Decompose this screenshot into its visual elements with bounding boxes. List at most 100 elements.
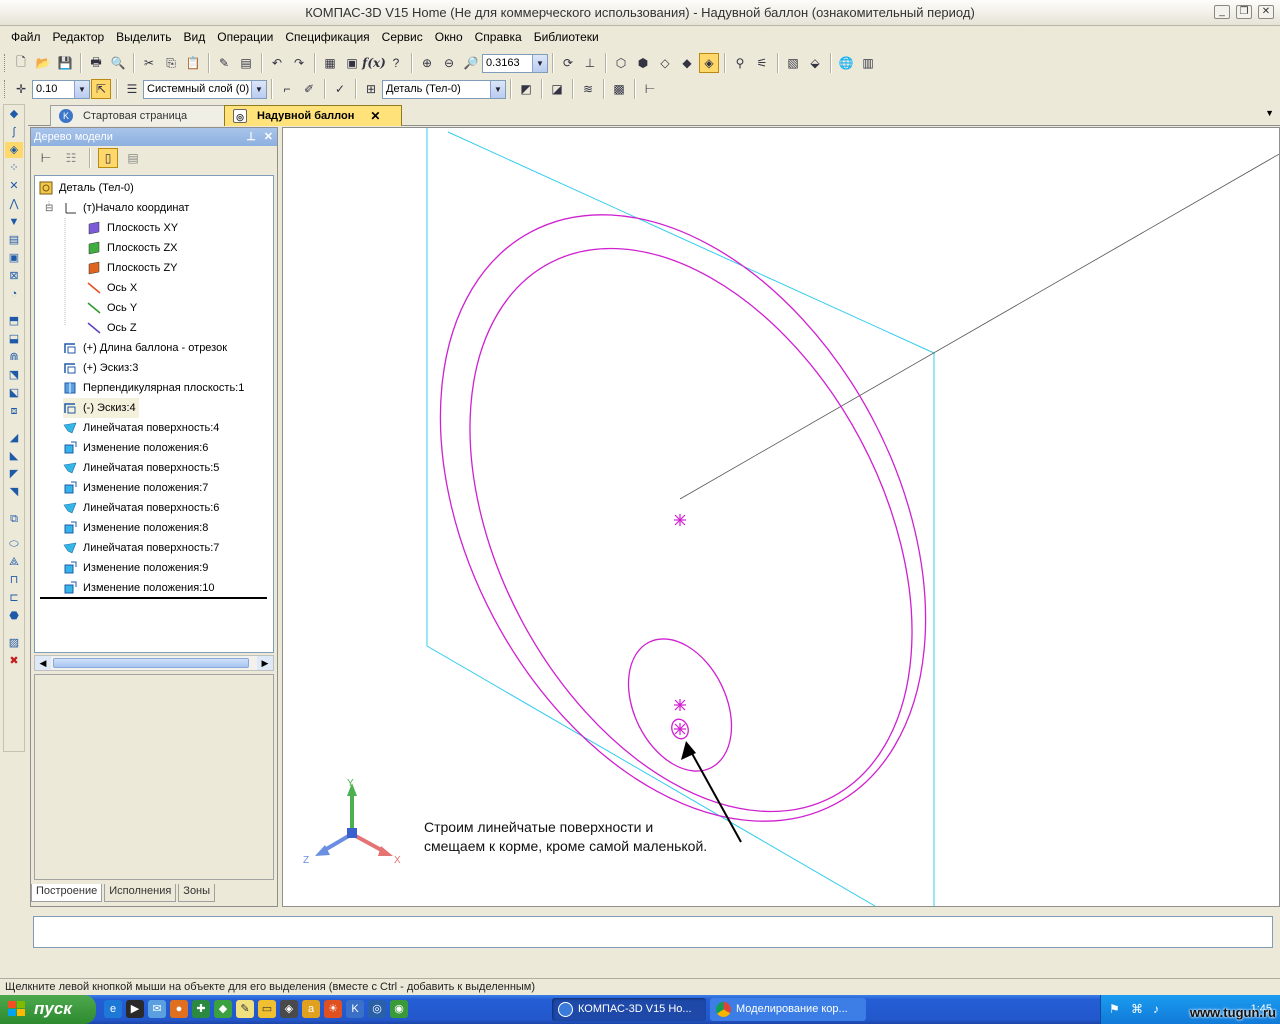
start-button[interactable]: пуск bbox=[0, 995, 96, 1024]
property-field[interactable] bbox=[33, 916, 1273, 948]
snap-icon[interactable]: ⇱ bbox=[91, 79, 111, 99]
scroll-left-icon[interactable]: ◀ bbox=[35, 656, 51, 670]
close-icon[interactable]: ✕ bbox=[370, 109, 380, 123]
save-icon[interactable]: 💾 bbox=[55, 53, 75, 73]
edit-sketch-icon[interactable]: ✐ bbox=[299, 79, 319, 99]
tree-node[interactable]: (-) Эскиз:4 bbox=[63, 398, 139, 418]
tool-icon[interactable]: ✚ bbox=[192, 1000, 210, 1018]
tree-list-icon[interactable]: ☷ bbox=[61, 148, 81, 168]
bom-icon[interactable]: ▩ bbox=[609, 79, 629, 99]
zoom-scale-icon[interactable]: 🔎 bbox=[461, 53, 481, 73]
tree-node[interactable]: Линейчатая поверхность:4 bbox=[63, 418, 219, 438]
thin-lines-icon[interactable]: ◇ bbox=[655, 53, 675, 73]
menu-libraries[interactable]: Библиотеки bbox=[529, 28, 604, 47]
section-icon[interactable]: ⚟ bbox=[752, 53, 772, 73]
detail-icon[interactable]: ⊞ bbox=[361, 79, 381, 99]
tree-node[interactable]: Линейчатая поверхность:7 bbox=[63, 538, 219, 558]
report-icon[interactable]: ▣ bbox=[5, 250, 23, 266]
pin-icon[interactable]: ⊥ bbox=[246, 128, 256, 146]
extrude-surface-icon[interactable]: ⬒ bbox=[5, 313, 23, 329]
shaded-cube-icon[interactable]: ▧ bbox=[783, 53, 803, 73]
rotate-icon[interactable]: ⟳ bbox=[558, 53, 578, 73]
union-surface-icon[interactable]: ⬣ bbox=[5, 608, 23, 624]
network-icon[interactable]: ◆ bbox=[214, 1000, 232, 1018]
linear-surface-icon[interactable]: ⊏ bbox=[5, 590, 23, 606]
cut-icon[interactable]: ✂ bbox=[139, 53, 159, 73]
kinematic-surface-icon[interactable]: ⋒ bbox=[5, 349, 23, 365]
color-icon[interactable]: ◪ bbox=[547, 79, 567, 99]
sew-surface-icon[interactable]: ⟁ bbox=[5, 554, 23, 570]
menu-window[interactable]: Окно bbox=[430, 28, 468, 47]
help-cursor-icon[interactable]: ? bbox=[386, 53, 406, 73]
calc-icon[interactable]: ▥ bbox=[858, 53, 878, 73]
points-surface-icon[interactable]: ◤ bbox=[5, 466, 23, 482]
aux-geometry-icon[interactable]: ✕ bbox=[5, 178, 23, 194]
layer-combo[interactable]: Системный слой (0) ▼ bbox=[143, 79, 267, 99]
properties-icon[interactable]: ▤ bbox=[236, 53, 256, 73]
close-button[interactable]: ✕ bbox=[1258, 5, 1274, 19]
step-combo[interactable]: 0.10 ▼ bbox=[32, 79, 90, 99]
cloud-surface-icon[interactable]: ◥ bbox=[5, 484, 23, 500]
tree-structure-icon[interactable]: ⊢ bbox=[36, 148, 56, 168]
edit-part-icon[interactable]: ◆ bbox=[5, 106, 23, 122]
tree-view-icon[interactable]: ▯ bbox=[98, 148, 118, 168]
tree-node[interactable]: Ось X bbox=[87, 278, 137, 298]
scroll-thumb[interactable] bbox=[53, 658, 249, 668]
paste-icon[interactable]: 📋 bbox=[183, 53, 203, 73]
tree-node[interactable]: Деталь (Тел-0) bbox=[39, 178, 134, 198]
array-icon[interactable]: ⁘ bbox=[5, 160, 23, 176]
sketch-mode-icon[interactable]: ⌐ bbox=[277, 79, 297, 99]
burn-icon[interactable]: ☀ bbox=[324, 1000, 342, 1018]
menu-service[interactable]: Сервис bbox=[377, 28, 428, 47]
elements-icon[interactable]: ⊠ bbox=[5, 268, 23, 284]
surface-icon[interactable]: ◈ bbox=[5, 142, 23, 158]
curve-icon[interactable]: ∫ bbox=[5, 124, 23, 140]
tree-node[interactable]: Плоскость XY bbox=[87, 218, 178, 238]
cursor-check-icon[interactable]: ✓ bbox=[330, 79, 350, 99]
folder-icon[interactable]: ▭ bbox=[258, 1000, 276, 1018]
detail-combo[interactable]: Деталь (Тел-0) ▼ bbox=[382, 79, 506, 99]
tree-node[interactable]: Изменение положения:10 bbox=[63, 578, 215, 598]
sheet-icon[interactable]: ◔ bbox=[5, 286, 23, 302]
tree-node[interactable]: Ось Z bbox=[87, 318, 137, 338]
tree-node[interactable]: ⊟ (т)Начало координат bbox=[45, 198, 189, 218]
tree-node[interactable]: (+) Длина баллона - отрезок bbox=[63, 338, 227, 358]
menu-view[interactable]: Вид bbox=[179, 28, 211, 47]
loft-surface-icon[interactable]: ⬔ bbox=[5, 367, 23, 383]
avast-icon[interactable]: a bbox=[302, 1000, 320, 1018]
zoom-window-icon[interactable]: ⊕ bbox=[417, 53, 437, 73]
chrome-icon[interactable]: ◉ bbox=[390, 1000, 408, 1018]
tree-node[interactable]: Перпендикулярная плоскость:1 bbox=[63, 378, 244, 398]
filter-objects-icon[interactable]: ▼ bbox=[5, 214, 23, 230]
filter-icon[interactable]: ⚲ bbox=[730, 53, 750, 73]
model-viewport[interactable]: Y X Z Строим линейчатые поверхности и см… bbox=[282, 127, 1280, 907]
tree-node[interactable]: Изменение положения:7 bbox=[63, 478, 208, 498]
tray-flag-icon[interactable]: ⚑ bbox=[1109, 1002, 1120, 1016]
tray-network-icon[interactable]: ⌘ bbox=[1131, 1002, 1143, 1016]
chevron-down-icon[interactable]: ▼ bbox=[74, 80, 89, 98]
delete-surface-icon[interactable]: ✖ bbox=[5, 653, 23, 669]
tray-volume-icon[interactable]: ♪ bbox=[1153, 1002, 1159, 1016]
wireframe-icon[interactable]: ⬡ bbox=[611, 53, 631, 73]
halftone-icon[interactable]: ◆ bbox=[677, 53, 697, 73]
step-cursor-icon[interactable]: ✛ bbox=[11, 79, 31, 99]
menu-help[interactable]: Справка bbox=[470, 28, 527, 47]
undo-icon[interactable]: ↶ bbox=[267, 53, 287, 73]
library-icon[interactable]: ▣ bbox=[342, 53, 362, 73]
collapse-icon[interactable]: ⊟ bbox=[45, 203, 53, 214]
fill-surface-icon[interactable]: ⊓ bbox=[5, 572, 23, 588]
tree-node[interactable]: Плоскость ZY bbox=[87, 258, 178, 278]
trim-surface-icon[interactable]: ⬭ bbox=[5, 536, 23, 552]
new-file-icon[interactable]: 🗋 bbox=[11, 53, 31, 73]
menu-file[interactable]: Файл bbox=[6, 28, 46, 47]
spec-icon[interactable]: ▤ bbox=[5, 232, 23, 248]
copy-icon[interactable]: ⎘ bbox=[161, 53, 181, 73]
zoom-combo[interactable]: 0.3163 ▼ bbox=[482, 53, 548, 73]
tab-start-page[interactable]: K Стартовая страница bbox=[50, 105, 226, 126]
mesh-surface-icon[interactable]: ⬕ bbox=[5, 385, 23, 401]
zoom-all-icon[interactable]: ⊖ bbox=[439, 53, 459, 73]
kompas-icon[interactable]: K bbox=[346, 1000, 364, 1018]
tab-inflatable-balloon[interactable]: ◎ Надувной баллон ✕ bbox=[224, 105, 402, 126]
open-file-icon[interactable]: 📂 bbox=[33, 53, 53, 73]
scroll-right-icon[interactable]: ▶ bbox=[257, 656, 273, 670]
